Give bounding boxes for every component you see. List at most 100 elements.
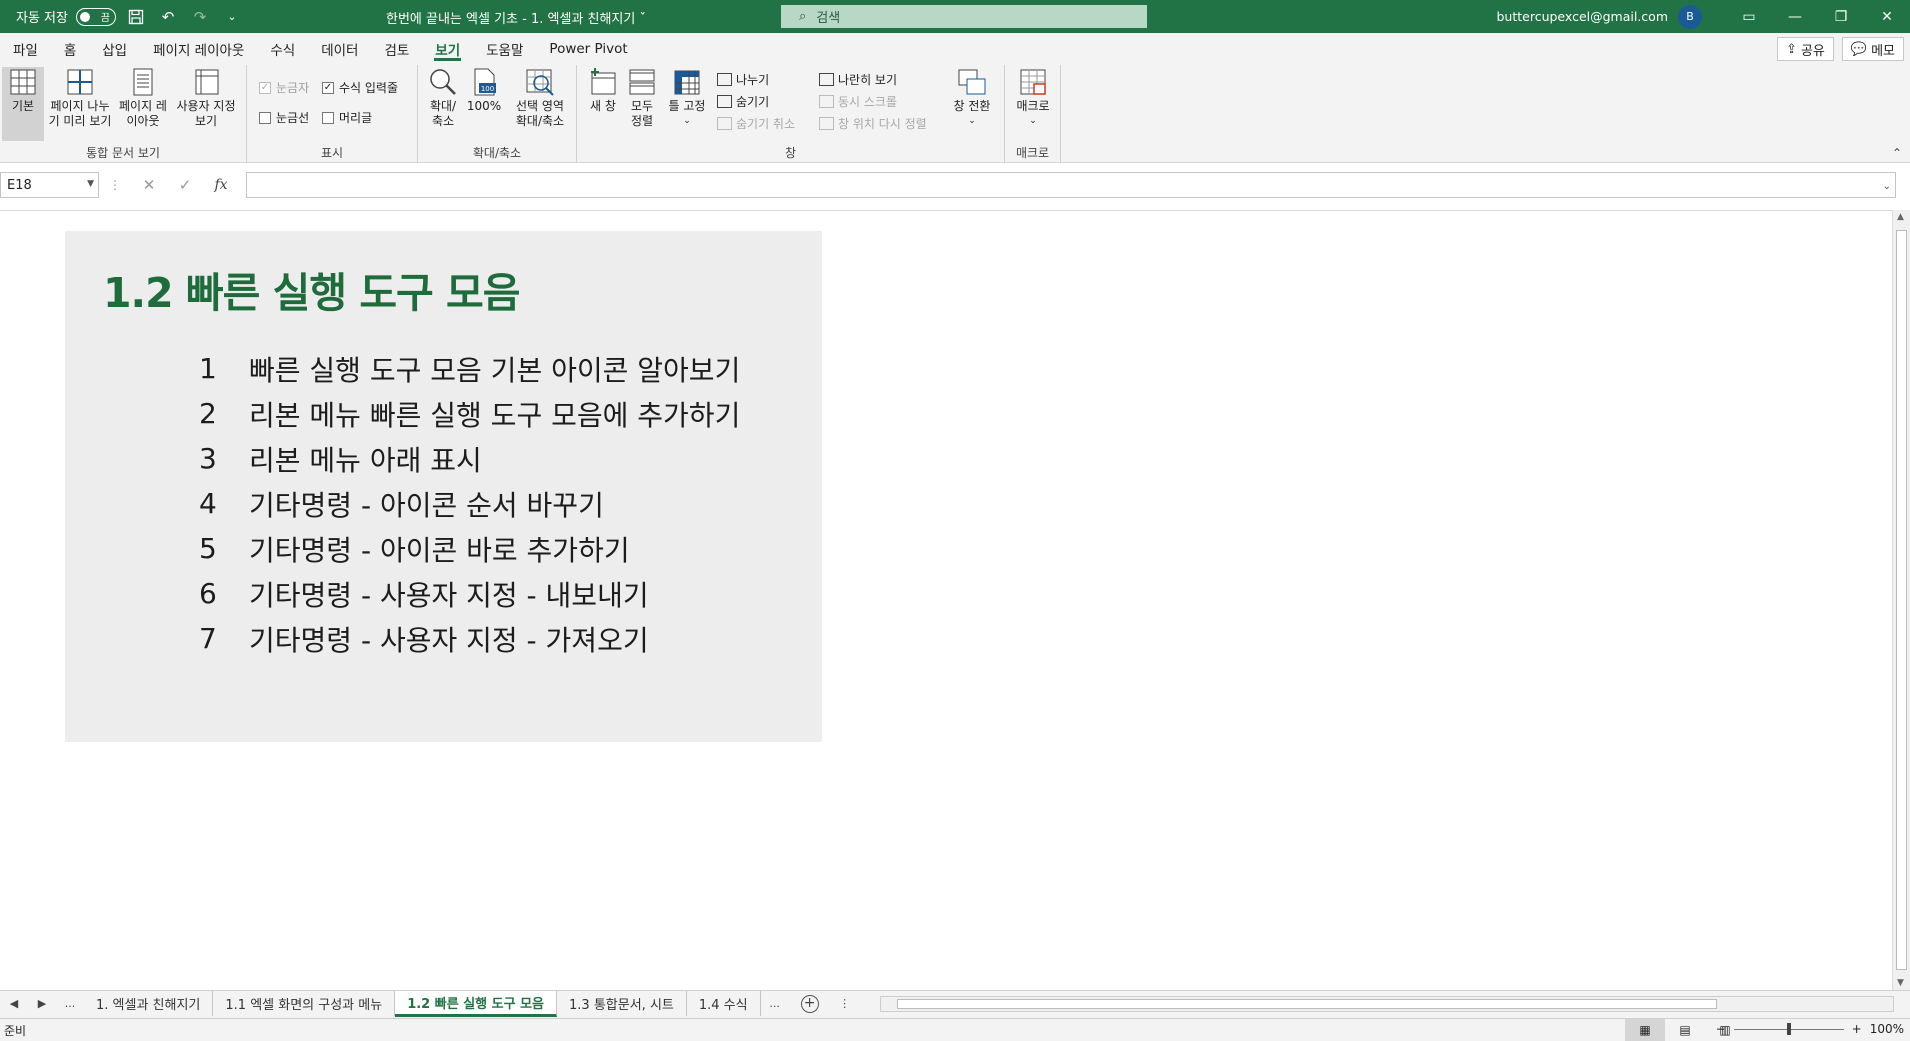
close-icon[interactable]: ✕ [1864,0,1910,33]
tab-review[interactable]: 검토 [371,33,422,65]
name-box[interactable]: E18 ▼ [0,172,99,198]
account-email[interactable]: buttercupexcel@gmail.com [1496,9,1668,24]
page-layout-view-button[interactable]: 페이지 레이아웃 [118,67,168,129]
page-break-preview-button[interactable]: 페이지 나누기 미리 보기 [46,67,114,129]
name-box-value: E18 [7,177,32,193]
tab-data[interactable]: 데이터 [308,33,371,65]
vertical-scroll-thumb[interactable] [1896,230,1907,970]
view-side-by-side-button[interactable]: 나란히 보기 [819,71,897,88]
tab-help[interactable]: 도움말 [473,33,536,65]
sheet-tab[interactable]: 1.1 엑셀 화면의 구성과 메뉴 [213,991,396,1016]
new-window-button[interactable]: 새 창 [585,67,621,114]
ruler-check: ✓ [259,81,271,94]
collapse-ribbon-icon[interactable]: ⌃ [1892,146,1902,160]
share-button[interactable]: ⇪ 공유 [1777,37,1834,61]
gridlines-checkbox[interactable]: 눈금선 [259,109,309,126]
avatar[interactable]: B [1678,4,1702,29]
minimize-icon[interactable]: — [1772,0,1818,33]
zoom-out-icon[interactable]: − [1716,1022,1726,1036]
sheet-tab[interactable]: 1. 엑셀과 친해지기 [84,991,214,1016]
list-item-text: 빠른 실행 도구 모음 기본 아이콘 알아보기 [249,353,741,387]
next-sheet-icon[interactable]: ▶ [28,991,56,1010]
prev-sheet-icon[interactable]: ◀ [0,991,28,1010]
list-item-text: 기타명령 - 사용자 지정 - 가져오기 [249,623,649,657]
synchronous-scrolling-button[interactable]: 동시 스크롤 [819,93,897,110]
tab-power-pivot[interactable]: Power Pivot [536,33,640,65]
zoom-button[interactable]: 확대/축소 [426,67,460,129]
scroll-down-icon[interactable]: ▼ [1897,978,1904,988]
normal-view-status-icon[interactable]: ▦ [1625,1019,1665,1041]
normal-view-button[interactable]: 기본 [2,67,44,141]
title-bar: 자동 저장 끔 ↶ ↷ ⌄ 한번에 끝내는 엑셀 기초 - 1. 엑셀과 친해지… [0,0,1910,33]
side-by-side-label: 나란히 보기 [838,73,898,87]
restore-icon[interactable]: ❐ [1818,0,1864,33]
chevron-down-icon: ⌄ [683,116,691,126]
split-button[interactable]: 나누기 [717,71,769,88]
arrange-all-button[interactable]: 모두 정렬 [625,67,659,129]
tab-file[interactable]: 파일 [0,33,51,65]
ribbon-display-options-icon[interactable]: ▭ [1726,0,1772,33]
list-item-text: 리본 메뉴 빠른 실행 도구 모음에 추가하기 [249,398,741,432]
formula-bar-checkbox[interactable]: ✓ 수식 입력줄 [322,79,398,96]
custom-views-label: 사용자 지정 보기 [176,99,236,128]
insert-function-icon[interactable]: fx [203,177,239,193]
tab-view[interactable]: 보기 [422,33,473,65]
page-layout-status-icon[interactable]: ▤ [1665,1019,1705,1041]
customize-quick-access-icon[interactable]: ⌄ [220,5,244,29]
macros-button[interactable]: 매크로 ⌄ [1011,67,1055,129]
zoom-100-button[interactable]: 100 100% [466,67,502,114]
freeze-panes-button[interactable]: 틀 고정 ⌄ [665,67,709,129]
autosave-toggle[interactable]: 끔 [75,7,116,26]
tab-splitter-icon[interactable]: ⋮ [831,991,859,1010]
horizontal-scrollbar[interactable] [880,996,1894,1012]
scroll-up-icon[interactable]: ▲ [1897,212,1904,222]
switch-windows-button[interactable]: 창 전환 ⌄ [947,67,997,129]
zoom-slider[interactable] [1733,1022,1844,1035]
zoom-slider-knob[interactable] [1786,1022,1791,1035]
formula-input[interactable]: ⌄ [246,172,1896,198]
comments-button[interactable]: 💬 메모 [1841,37,1904,61]
document-title[interactable]: 한번에 끝내는 엑셀 기초 - 1. 엑셀과 친해지기 ˇ [386,8,646,27]
gridlines-label: 눈금선 [276,111,310,125]
redo-icon[interactable]: ↷ [188,5,212,29]
more-sheets-left[interactable]: ... [56,991,84,1010]
vertical-scrollbar[interactable]: ▲ ▼ [1892,210,1910,990]
tab-insert[interactable]: 삽입 [89,33,140,65]
sheet-tab[interactable]: 1.4 수식 [687,991,761,1016]
ruler-checkbox[interactable]: ✓ 눈금자 [259,79,309,96]
custom-views-button[interactable]: 사용자 지정 보기 [170,67,242,129]
list-item: 6 기타명령 - 사용자 지정 - 내보내기 [199,571,740,616]
sheet-tab[interactable]: 1.3 통합문서, 시트 [557,991,687,1016]
save-icon[interactable] [124,5,148,29]
add-sheet-icon[interactable]: + [800,995,819,1013]
headings-checkbox[interactable]: 머리글 [322,109,372,126]
custom-views-icon [195,69,219,95]
horizontal-scroll-thumb[interactable] [897,999,1717,1009]
hide-window-button[interactable]: 숨기기 [717,93,769,110]
unhide-button[interactable]: 숨기기 취소 [717,115,795,132]
list-item-number: 4 [199,487,217,520]
tab-home[interactable]: 홈 [51,33,89,65]
confirm-entry-icon[interactable]: ✓ [167,176,203,194]
group-label-show: 표시 [320,146,344,160]
list-item-number: 1 [199,352,217,385]
page-title: 1.2 빠른 실행 도구 모음 [103,269,520,317]
reset-window-position-button[interactable]: 창 위치 다시 정렬 [819,115,927,132]
name-box-dropdown-icon[interactable]: ▼ [87,179,94,189]
page-layout-view-label: 페이지 레이아웃 [119,99,167,128]
formula-bar-label: 수식 입력줄 [339,81,399,95]
sheet-tab-active[interactable]: 1.2 빠른 실행 도구 모음 [395,991,558,1017]
cancel-entry-icon[interactable]: ✕ [131,176,167,194]
zoom-in-icon[interactable]: + [1852,1022,1862,1036]
tab-page-layout[interactable]: 페이지 레이아웃 [140,33,257,65]
expand-formula-bar-icon[interactable]: ⌄ [1883,181,1891,192]
zoom-level[interactable]: 100% [1870,1022,1904,1036]
formula-bar-grip-icon[interactable]: ⋮ [109,178,121,192]
more-sheets-right[interactable]: ... [761,991,789,1010]
zoom-to-selection-button[interactable]: 선택 영역 확대/축소 [510,67,570,129]
chevron-down-icon: ⌄ [1029,116,1037,126]
undo-icon[interactable]: ↶ [156,5,180,29]
tab-formulas[interactable]: 수식 [257,33,308,65]
search-box[interactable]: ⌕ 검색 [781,5,1147,28]
unhide-label: 숨기기 취소 [736,117,796,131]
